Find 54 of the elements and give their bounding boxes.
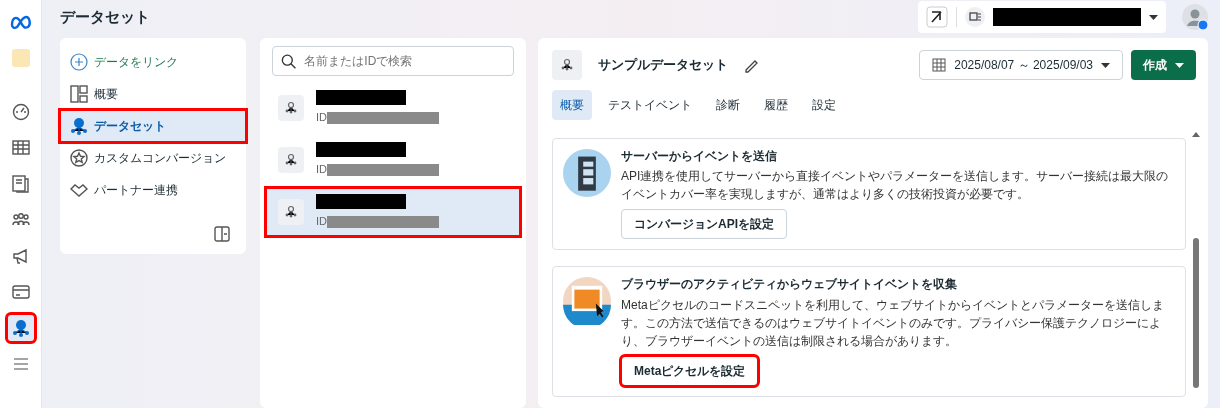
scroll-up-icon xyxy=(1192,132,1200,137)
megaphone-icon xyxy=(11,247,30,265)
create-button[interactable]: 作成 xyxy=(1131,50,1196,80)
date-range-button[interactable]: 2025/08/07 ～ 2025/09/03 xyxy=(919,50,1123,80)
card-description: API連携を使用してサーバーから直接イベントやパラメーターを送信します。サーバー接続は最大限のイベントカバー率を実現しますが、通常はより多くの技術投資が必要です。 xyxy=(621,168,1170,204)
dataset-title: サンプルデータセット xyxy=(598,56,728,75)
caret-icon xyxy=(1149,14,1158,20)
nav-item[interactable]: 概要 xyxy=(60,78,246,110)
avatar-icon xyxy=(1182,4,1208,30)
nav-item[interactable]: カスタムコンバージョン xyxy=(60,142,246,174)
tab[interactable]: 診断 xyxy=(708,90,748,120)
card-description: Metaピクセルのコードスニペットを利用して、ウェブサイトからイベントとパラメーターを送信します。この方法で送信できるのはウェブサイトイベントのみです。プライバシー保護テクノロジーにより、ブラウザーイベントの送信は制限される場合があります。 xyxy=(621,296,1165,350)
plus-circle-icon xyxy=(70,53,88,71)
id-label: ID xyxy=(316,162,327,178)
tab[interactable]: 概要 xyxy=(552,90,592,120)
dataset-list-item[interactable]: ID xyxy=(266,84,520,132)
tab[interactable]: 設定 xyxy=(804,90,844,120)
tab[interactable]: テストイベント xyxy=(600,90,700,120)
card-title: サーバーからイベントを送信 xyxy=(621,149,778,164)
pages-icon xyxy=(11,175,30,193)
business-icon xyxy=(965,7,985,27)
account-square-icon xyxy=(11,49,30,67)
calendar-icon xyxy=(932,58,947,72)
table-icon xyxy=(11,139,30,157)
id-label: ID xyxy=(316,110,327,126)
dataset-icon xyxy=(11,319,30,337)
nav-item[interactable]: データセット xyxy=(60,110,246,142)
tab[interactable]: 履歴 xyxy=(756,90,796,120)
id-label: ID xyxy=(316,214,327,230)
search-box[interactable]: 名前またはIDで検索 xyxy=(272,46,514,76)
menu-icon xyxy=(11,355,30,373)
star-circle-icon xyxy=(70,149,88,167)
nav-item[interactable]: パートナー連携 xyxy=(60,174,246,206)
dataset-icon xyxy=(70,117,88,135)
nav-item[interactable]: データをリンク xyxy=(60,46,246,78)
layout-icon xyxy=(70,85,88,103)
dataset-list-item[interactable]: ID xyxy=(266,136,520,184)
setup-button[interactable]: コンバージョンAPIを設定 xyxy=(621,209,787,240)
dataset-button[interactable] xyxy=(6,314,35,342)
panel-toggle-icon xyxy=(214,226,230,242)
avatar-button[interactable] xyxy=(1182,4,1208,30)
browser-illustration xyxy=(563,277,611,326)
server-illustration xyxy=(563,149,611,197)
search-icon xyxy=(281,52,297,70)
page-title: データセット xyxy=(60,6,150,27)
setup-button[interactable]: Metaピクセルを設定 xyxy=(621,355,759,386)
card-title: ブラウザーのアクティビティからウェブサイトイベントを収集 xyxy=(621,277,958,292)
dataset-list-item[interactable]: ID xyxy=(266,188,520,236)
gauge-icon xyxy=(11,103,30,121)
credit-card-icon xyxy=(11,283,30,301)
meta-logo-icon xyxy=(9,13,32,31)
caret-icon xyxy=(1101,62,1110,68)
caret-icon xyxy=(1175,62,1184,68)
scrollbar-thumb[interactable] xyxy=(1193,238,1199,388)
